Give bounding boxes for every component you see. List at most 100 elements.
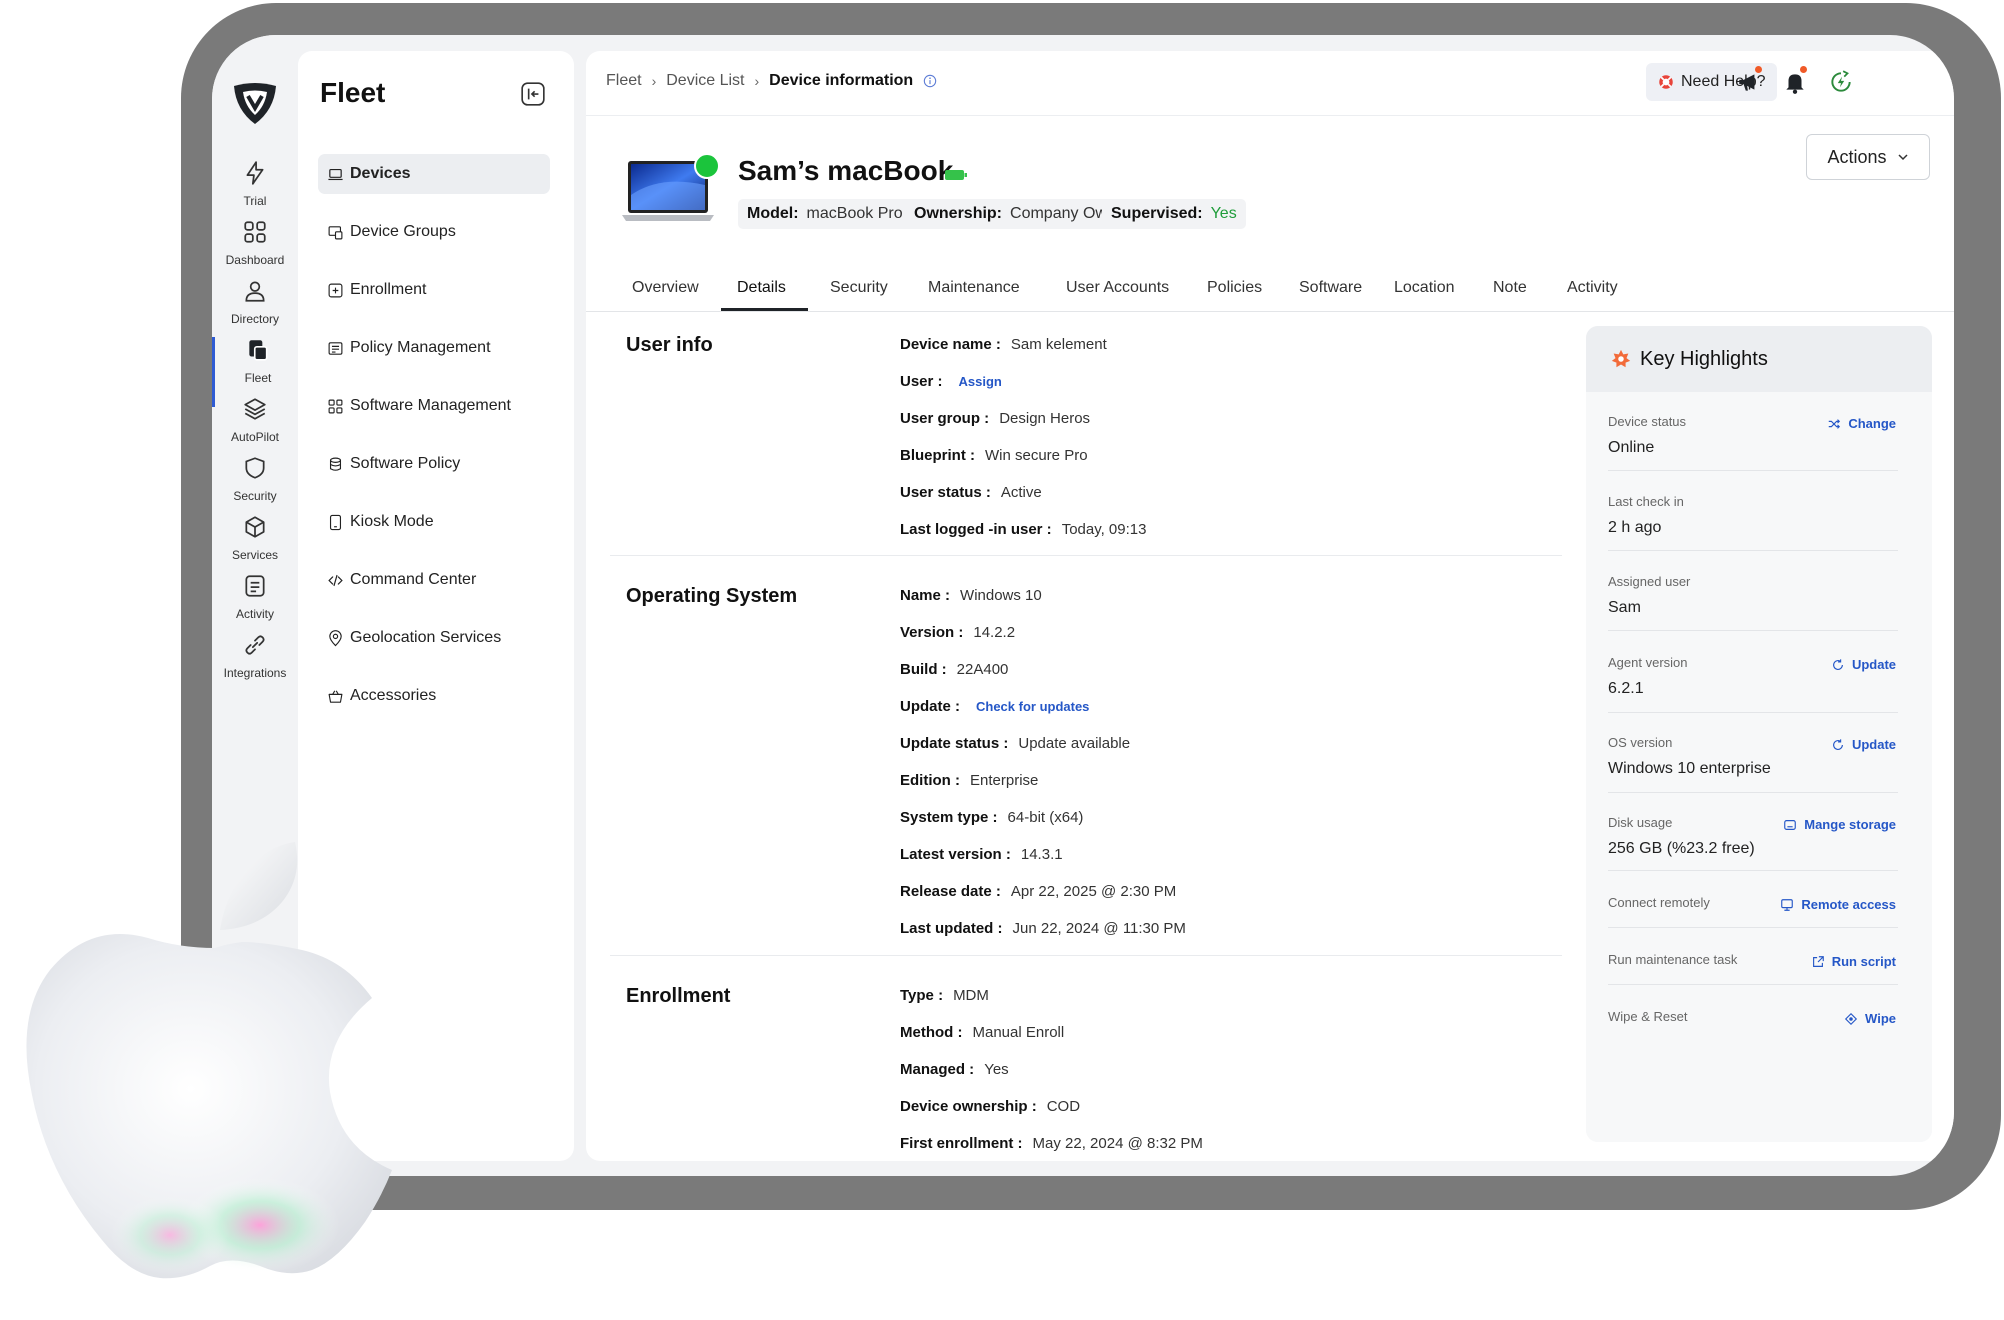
chevron-right-icon: › <box>651 73 657 89</box>
sidebar-item-label: Software Management <box>350 397 511 414</box>
sidebar-item-kiosk-mode[interactable]: Kiosk Mode <box>318 502 550 542</box>
field-edition: Edition : Enterprise <box>900 772 1039 789</box>
highlight-device-status: Device status Online Change <box>1608 414 1896 456</box>
sidebar-item-label: Devices <box>350 165 411 182</box>
key-highlights-card: Key Highlights Device status Online Chan… <box>1586 326 1932 1142</box>
key-highlights-body: Device status Online Change Last check i… <box>1586 392 1932 1142</box>
bolt-icon <box>246 161 264 185</box>
field-device-name: Device name : Sam kelement <box>900 336 1107 353</box>
tab-security[interactable]: Security <box>830 279 888 297</box>
update-os-button[interactable]: Update <box>1831 737 1896 752</box>
list-icon <box>245 575 265 597</box>
field-first-enrollment: First enrollment : May 22, 2024 @ 8:32 PM <box>900 1135 1203 1152</box>
location-pin-icon <box>329 629 342 646</box>
sidebar-item-accessories[interactable]: Accessories <box>318 676 550 716</box>
sidebar-item-software-management[interactable]: Software Management <box>318 386 550 426</box>
power-sync-icon[interactable] <box>1828 69 1854 95</box>
device-groups-icon <box>328 225 343 239</box>
apple-logo-decoration <box>26 842 392 1279</box>
kiosk-icon <box>329 514 342 530</box>
field-update-status: Update status : Update available <box>900 735 1131 752</box>
section-title-user-info: User info <box>626 334 713 356</box>
basket-icon <box>328 690 343 703</box>
highlight-divider <box>1608 712 1898 713</box>
sidebar-item-label: Accessories <box>350 687 437 704</box>
main-panel: Fleet › Device List › Device information… <box>586 51 1954 1161</box>
battery-icon <box>945 170 967 180</box>
notify-dot <box>1800 66 1807 73</box>
refresh-icon <box>1833 658 1843 670</box>
update-agent-button[interactable]: Update <box>1831 657 1896 672</box>
sidebar-item-devices[interactable]: Devices <box>318 154 550 194</box>
highlight-wipe-reset: Wipe & Reset Wipe <box>1608 1009 1896 1026</box>
rail-label: Dashboard <box>225 253 285 267</box>
sidebar-item-label: Geolocation Services <box>350 629 502 646</box>
actions-label: Actions <box>1827 146 1887 167</box>
run-script-button[interactable]: Run script <box>1811 954 1896 969</box>
remote-access-button[interactable]: Remote access <box>1780 897 1896 912</box>
sidebar-item-label: Command Center <box>350 571 477 588</box>
breadcrumb-device-list[interactable]: Device List <box>666 72 744 90</box>
rail-label: Directory <box>230 312 279 326</box>
check-for-updates-link[interactable]: Check for updates <box>976 699 1089 714</box>
tab-bar: Overview Details Security Maintenance Us… <box>586 271 1954 312</box>
highlight-divider <box>1608 792 1898 793</box>
section-divider <box>610 555 1562 556</box>
sidebar-item-geolocation[interactable]: Geolocation Services <box>318 618 550 658</box>
code-icon <box>328 574 343 586</box>
highlight-divider <box>1608 927 1898 928</box>
tab-policies[interactable]: Policies <box>1207 279 1262 297</box>
wipe-button[interactable]: Wipe <box>1844 1011 1896 1026</box>
fleet-icon <box>249 340 268 361</box>
highlight-divider <box>1608 630 1898 631</box>
change-status-button[interactable]: Change <box>1827 416 1896 431</box>
key-highlights-title: Key Highlights <box>1640 347 1768 370</box>
info-icon[interactable] <box>923 74 937 88</box>
key-highlights-header: Key Highlights <box>1586 326 1932 392</box>
sidebar-item-device-groups[interactable]: Device Groups <box>318 212 550 252</box>
field-last-logged-in: Last logged -in user : Today, 09:13 <box>900 521 1147 538</box>
logo-shield-icon <box>234 83 276 124</box>
field-device-ownership: Device ownership : COD <box>900 1098 1081 1115</box>
field-os-version: Version :14.2.2 <box>900 624 1016 641</box>
sidebar-item-software-policy[interactable]: Software Policy <box>318 444 550 484</box>
tab-location[interactable]: Location <box>1394 279 1455 297</box>
rail-label: Security <box>233 489 277 503</box>
highlight-divider <box>1608 470 1898 471</box>
ownership-key: Ownership: <box>914 205 1003 222</box>
link-icon <box>245 635 265 655</box>
tab-software[interactable]: Software <box>1299 279 1362 297</box>
sidebar-item-policy-management[interactable]: Policy Management <box>318 328 550 368</box>
tab-activity[interactable]: Activity <box>1567 279 1618 297</box>
tab-details[interactable]: Details <box>737 279 786 297</box>
breadcrumb: Fleet › Device List › Device information <box>606 72 937 90</box>
breadcrumb-current: Device information <box>769 72 914 89</box>
breadcrumb-fleet[interactable]: Fleet <box>606 72 642 90</box>
field-user-group: User group : Design Heros <box>900 410 1091 427</box>
tab-overview[interactable]: Overview <box>632 279 699 297</box>
apps-icon <box>328 399 343 413</box>
sidebar-item-label: Policy Management <box>350 339 491 356</box>
highlight-connect-remotely: Connect remotely Remote access <box>1608 895 1896 912</box>
tab-note[interactable]: Note <box>1493 279 1527 297</box>
highlight-disk-usage: Disk usage 256 GB (%23.2 free) Mange sto… <box>1608 815 1896 857</box>
field-os-update: Update : Check for updates <box>900 698 1090 715</box>
manage-storage-button[interactable]: Mange storage <box>1783 817 1896 832</box>
collapse-sidebar-icon[interactable] <box>520 81 546 107</box>
field-last-updated: Last updated : Jun 22, 2024 @ 11:30 PM <box>900 920 1186 937</box>
sidebar-item-enrollment[interactable]: Enrollment <box>318 270 550 310</box>
supervised-value: Yes <box>1210 205 1237 222</box>
tab-maintenance[interactable]: Maintenance <box>928 279 1020 297</box>
lifebuoy-icon <box>1659 75 1673 89</box>
tab-user-accounts[interactable]: User Accounts <box>1066 279 1169 297</box>
device-name: Sam’s macBook <box>738 155 954 186</box>
sidebar-item-label: Kiosk Mode <box>350 513 434 530</box>
online-indicator <box>694 153 720 179</box>
section-divider <box>610 955 1562 956</box>
rail-integrations[interactable]: Integrations <box>212 632 298 702</box>
highlight-maintenance-task: Run maintenance task Run script <box>1608 952 1896 969</box>
actions-dropdown[interactable]: Actions <box>1806 134 1930 180</box>
cube-icon <box>245 516 265 538</box>
sidebar-item-command-center[interactable]: Command Center <box>318 560 550 600</box>
assign-link[interactable]: Assign <box>959 374 1002 389</box>
